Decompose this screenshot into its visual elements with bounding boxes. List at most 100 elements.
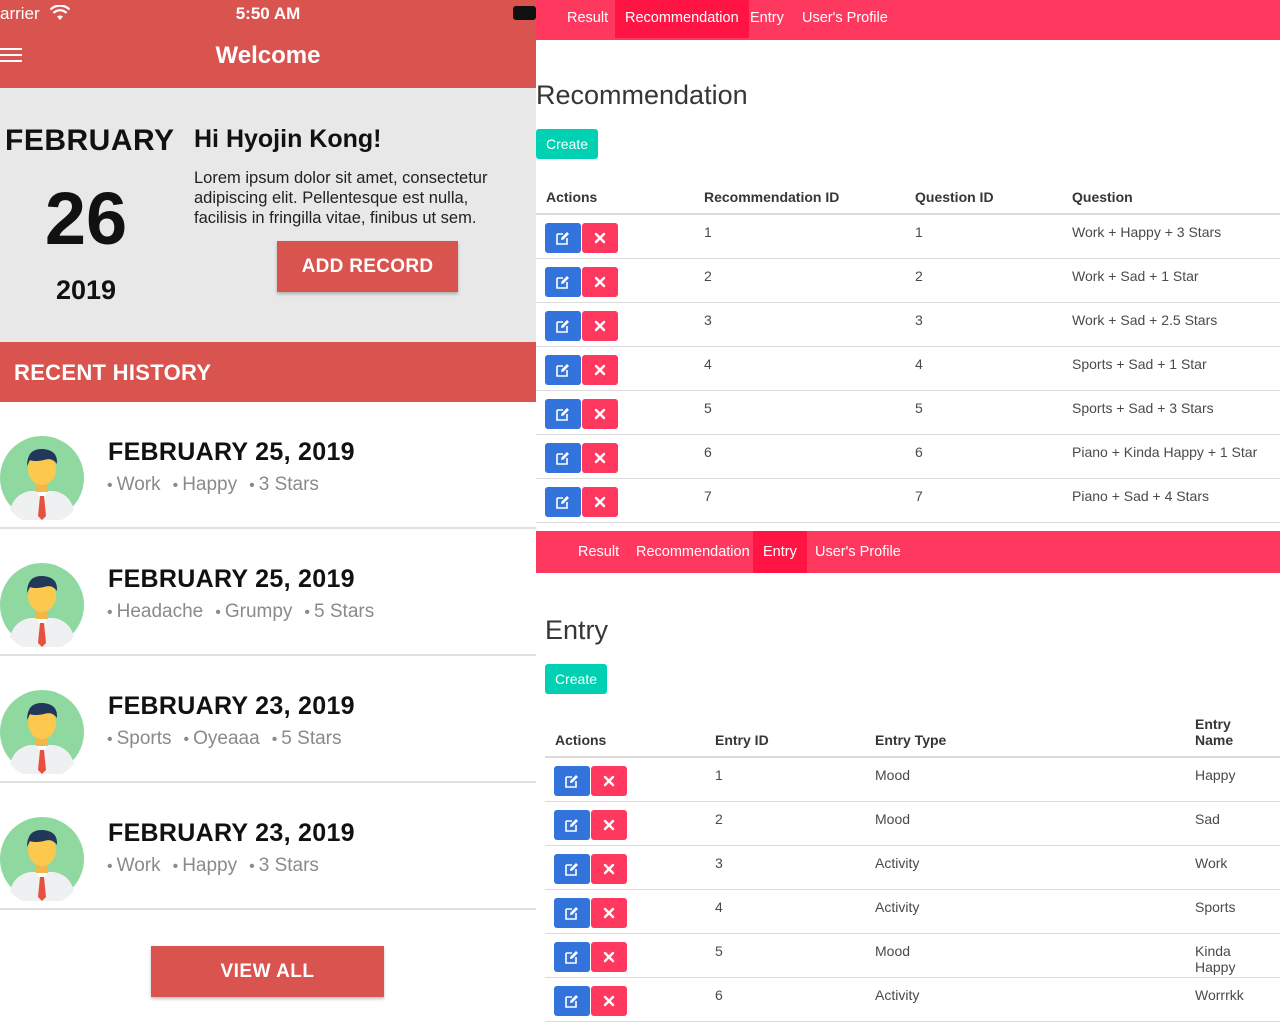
history-tag: Happy xyxy=(173,474,238,495)
table-cell: 5 xyxy=(694,390,905,435)
create-recommendation-button[interactable]: Create xyxy=(536,129,599,159)
create-entry-button[interactable]: Create xyxy=(545,664,608,694)
edit-button[interactable] xyxy=(554,985,590,1016)
table-cell: Sports + Sad + 1 Star xyxy=(1062,346,1280,391)
column-header[interactable]: Question xyxy=(1062,180,1280,215)
row-actions xyxy=(536,302,694,347)
column-header[interactable]: Entry ID xyxy=(705,716,865,758)
history-item[interactable]: FEBRUARY 25, 2019 Headache Grumpy 5 Stars xyxy=(0,529,536,656)
table-row: 4 4 Sports + Sad + 1 Star xyxy=(536,346,1280,391)
table-cell: 3 xyxy=(905,302,1062,347)
row-actions xyxy=(536,346,694,391)
delete-button[interactable] xyxy=(582,310,618,341)
history-tag: Work xyxy=(107,855,161,876)
table-cell: Sports xyxy=(1185,889,1280,934)
history-tag: 5 Stars xyxy=(272,728,342,749)
mobile-app-screen: arrier 5:50 AM Welcome FEBRUARY 26 2019 … xyxy=(0,0,536,1024)
entry-table: Actions Entry ID Entry Type Entry Name 1… xyxy=(545,716,1280,1022)
table-cell: 6 xyxy=(705,977,865,1022)
column-header[interactable]: Entry Type xyxy=(865,716,1185,758)
nav-users-profile[interactable]: User's Profile xyxy=(792,0,898,38)
table-row: 2 Mood Sad xyxy=(545,801,1280,846)
history-date: FEBRUARY 23, 2019 xyxy=(108,819,355,847)
delete-button[interactable] xyxy=(591,766,627,796)
table-cell: Sports + Sad + 3 Stars xyxy=(1062,390,1280,435)
delete-button[interactable] xyxy=(591,809,627,840)
delete-button[interactable] xyxy=(591,853,627,884)
row-actions xyxy=(536,390,694,435)
history-item[interactable]: FEBRUARY 23, 2019 Work Happy 3 Stars xyxy=(0,783,536,910)
column-header[interactable]: Actions xyxy=(545,716,705,758)
intro-text: Lorem ipsum dolor sit amet, consectetur … xyxy=(194,169,488,227)
row-actions xyxy=(545,977,705,1022)
table-row: 5 5 Sports + Sad + 3 Stars xyxy=(536,390,1280,435)
history-tag: Grumpy xyxy=(215,601,292,622)
delete-button[interactable] xyxy=(582,398,618,429)
row-actions xyxy=(536,214,694,259)
table-row: 1 Mood Happy xyxy=(545,757,1280,802)
table-cell: Piano + Sad + 4 Stars xyxy=(1062,478,1280,523)
nav-result[interactable]: Result xyxy=(568,531,629,573)
view-all-button[interactable]: VIEW ALL xyxy=(151,946,384,997)
delete-button[interactable] xyxy=(591,941,627,972)
table-cell: Mood xyxy=(865,757,1185,802)
history-tag: 5 Stars xyxy=(304,601,374,622)
delete-button[interactable] xyxy=(591,985,627,1016)
table-row: 3 Activity Work xyxy=(545,845,1280,890)
delete-button[interactable] xyxy=(591,897,627,928)
edit-button[interactable] xyxy=(554,853,590,884)
date-month: FEBRUARY xyxy=(5,124,175,157)
edit-button[interactable] xyxy=(545,310,581,341)
table-row: 6 6 Piano + Kinda Happy + 1 Star xyxy=(536,434,1280,479)
edit-button[interactable] xyxy=(545,398,581,429)
history-tags: Work Happy 3 Stars xyxy=(107,474,331,496)
edit-button[interactable] xyxy=(545,486,581,517)
entry-heading: Entry xyxy=(545,615,609,645)
nav-users-profile[interactable]: User's Profile xyxy=(805,531,911,573)
edit-button[interactable] xyxy=(545,266,581,297)
table-cell: Work + Sad + 2.5 Stars xyxy=(1062,302,1280,347)
edit-button[interactable] xyxy=(554,941,590,972)
column-header[interactable]: Actions xyxy=(536,180,694,215)
edit-button[interactable] xyxy=(554,809,590,840)
column-header[interactable]: Question ID xyxy=(905,180,1062,215)
row-actions xyxy=(545,933,705,978)
nav-recommendation[interactable]: Recommendation xyxy=(615,0,749,38)
table-row: 3 3 Work + Sad + 2.5 Stars xyxy=(536,302,1280,347)
nav-recommendation[interactable]: Recommendation xyxy=(626,531,760,573)
row-actions xyxy=(545,757,705,802)
delete-button[interactable] xyxy=(582,442,618,473)
table-cell: 1 xyxy=(694,214,905,259)
column-header[interactable]: Entry Name xyxy=(1185,716,1280,758)
table-cell: Happy xyxy=(1185,757,1280,802)
edit-button[interactable] xyxy=(554,897,590,928)
history-item[interactable]: FEBRUARY 23, 2019 Sports Oyeaaa 5 Stars xyxy=(0,656,536,783)
history-tag: Happy xyxy=(173,855,238,876)
delete-button[interactable] xyxy=(582,486,618,517)
greeting: Hi Hyojin Kong! xyxy=(194,125,382,153)
table-row: 1 1 Work + Happy + 3 Stars xyxy=(536,214,1280,259)
column-header[interactable]: Recommendation ID xyxy=(694,180,905,215)
table-cell: Worrrkk xyxy=(1185,977,1280,1022)
edit-button[interactable] xyxy=(545,354,581,385)
delete-button[interactable] xyxy=(582,266,618,297)
edit-button[interactable] xyxy=(545,223,581,253)
history-tag: Headache xyxy=(107,601,203,622)
history-date: FEBRUARY 23, 2019 xyxy=(108,692,355,720)
history-tag: 3 Stars xyxy=(249,474,319,495)
table-cell: 2 xyxy=(905,258,1062,303)
recent-history-header: RECENT HISTORY xyxy=(0,342,536,402)
page-title: Welcome xyxy=(215,42,321,69)
user-avatar xyxy=(0,563,84,652)
delete-button[interactable] xyxy=(582,354,618,385)
nav-result[interactable]: Result xyxy=(557,0,618,38)
today-card: FEBRUARY 26 2019 Hi Hyojin Kong! Lorem i… xyxy=(0,88,536,342)
nav-entry[interactable]: Entry xyxy=(740,0,794,38)
history-tags: Work Happy 3 Stars xyxy=(107,855,331,877)
history-item[interactable]: FEBRUARY 25, 2019 Work Happy 3 Stars xyxy=(0,402,536,529)
edit-button[interactable] xyxy=(554,766,590,796)
edit-button[interactable] xyxy=(545,442,581,473)
add-record-button[interactable]: ADD RECORD xyxy=(277,241,458,292)
nav-entry[interactable]: Entry xyxy=(753,531,807,573)
delete-button[interactable] xyxy=(582,223,618,253)
